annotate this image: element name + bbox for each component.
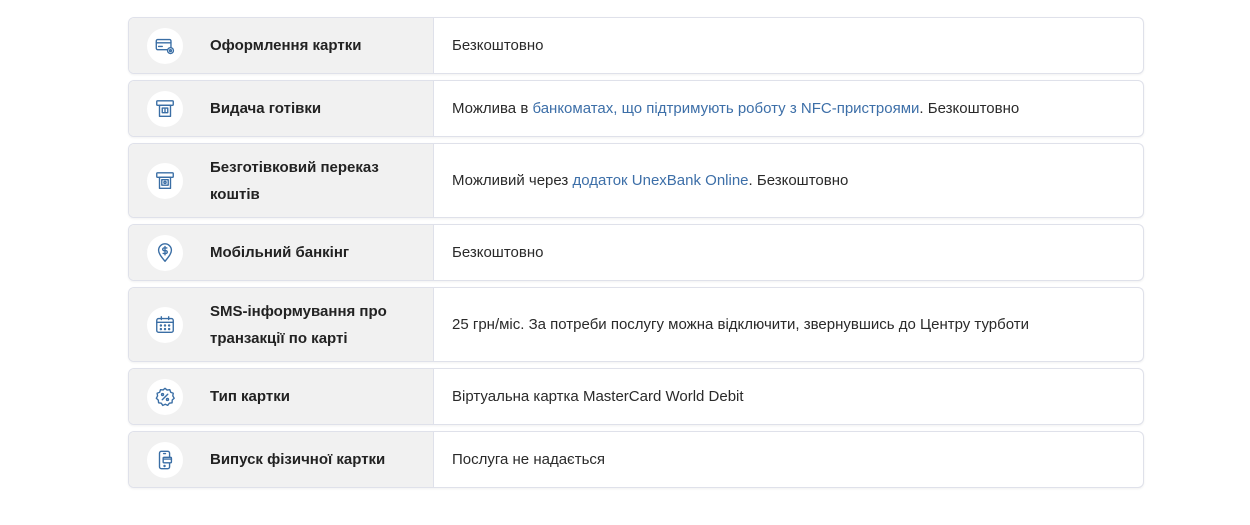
tariff-value-text: Можлива в банкоматах, що підтримують роб… <box>452 100 1019 117</box>
tariff-value-text: Безкоштовно <box>452 244 544 261</box>
tariff-row-cashless-transfer: Безготівковий переказ коштів Можливий че… <box>128 143 1144 218</box>
value-suffix: . Безкоштовно <box>748 172 849 189</box>
tariff-row-value: Послуга не надається <box>434 432 1143 487</box>
nfc-atms-link[interactable]: банкоматах, що підтримують роботу з NFC-… <box>532 100 919 117</box>
percent-badge-icon <box>147 378 183 415</box>
tariff-row-label: Видача готівки <box>210 100 322 117</box>
tariff-row-physical-card: Випуск фізичної картки Послуга не надаєт… <box>128 431 1144 488</box>
tariff-row-sms-notifications: SMS-інформування про транзакції по карті… <box>128 287 1144 362</box>
tariff-value-text: Віртуальна картка MasterCard World Debit <box>452 388 744 405</box>
card-settings-icon <box>147 27 183 64</box>
atm-transfer-icon <box>147 162 183 199</box>
tariff-row-label: Оформлення картки <box>210 37 362 54</box>
tariff-row-value: Можлива в банкоматах, що підтримують роб… <box>434 81 1143 136</box>
value-suffix: . Безкоштовно <box>919 100 1020 117</box>
tariff-row-label-cell: Оформлення картки <box>129 18 434 73</box>
tariff-row-label: SMS-інформування про транзакції по карті <box>210 302 387 347</box>
tariff-value-text: Безкоштовно <box>452 37 544 54</box>
tariff-row-label: Випуск фізичної картки <box>210 451 386 468</box>
tariff-value-text: 25 грн/міс. За потреби послугу можна від… <box>452 316 1030 333</box>
tariff-row-label-cell: Мобільний банкінг <box>129 225 434 280</box>
tariff-row-label-cell: SMS-інформування про транзакції по карті <box>129 288 434 361</box>
tariff-row-card-issue: Оформлення картки Безкоштовно <box>128 17 1144 74</box>
tariff-row-label-cell: Тип картки <box>129 369 434 424</box>
tariff-row-card-type: Тип картки Віртуальна картка MasterCard … <box>128 368 1144 425</box>
money-location-icon <box>147 234 183 271</box>
value-prefix: Можливий через <box>452 172 573 189</box>
tariff-row-value: Безкоштовно <box>434 225 1143 280</box>
tariff-row-value: Безкоштовно <box>434 18 1143 73</box>
tariff-row-value: 25 грн/міс. За потреби послугу можна від… <box>434 288 1143 361</box>
tariff-row-label-cell: Видача готівки <box>129 81 434 136</box>
tariff-row-value: Можливий через додаток UnexBank Online. … <box>434 144 1143 217</box>
phone-card-icon <box>147 441 183 478</box>
tariff-row-label-cell: Безготівковий переказ коштів <box>129 144 434 217</box>
tariff-row-cash-withdrawal: Видача готівки Можлива в банкоматах, що … <box>128 80 1144 137</box>
tariff-value-text: Послуга не надається <box>452 451 606 468</box>
tariff-table: Оформлення картки Безкоштовно Видача гот… <box>128 17 1144 494</box>
tariff-row-mobile-banking: Мобільний банкінг Безкоштовно <box>128 224 1144 281</box>
atm-icon <box>147 90 183 127</box>
tariff-row-value: Віртуальна картка MasterCard World Debit <box>434 369 1143 424</box>
value-prefix: Можлива в <box>452 100 533 117</box>
tariff-row-label: Тип картки <box>210 388 290 405</box>
calendar-icon <box>147 306 183 343</box>
tariff-row-label: Безготівковий переказ коштів <box>210 158 379 203</box>
tariff-row-label-cell: Випуск фізичної картки <box>129 432 434 487</box>
unexbank-online-link[interactable]: додаток UnexBank Online <box>572 172 748 189</box>
tariff-value-text: Можливий через додаток UnexBank Online. … <box>452 172 848 189</box>
tariff-row-label: Мобільний банкінг <box>210 244 350 261</box>
